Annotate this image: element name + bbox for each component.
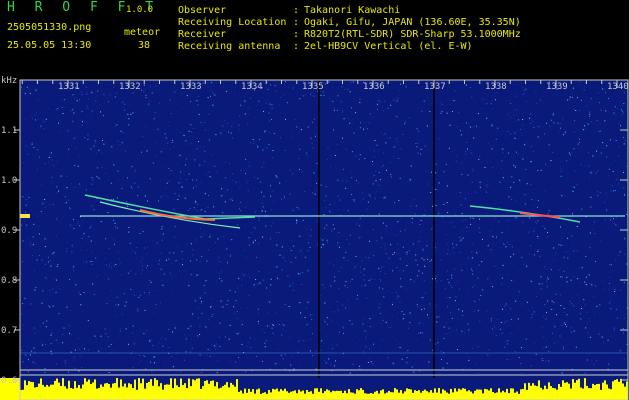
x-tick-label: 1337 [424,82,446,92]
x-tick-label: 1334 [241,82,263,92]
x-tick-label: 1336 [363,82,385,92]
y-tick-label: 0.6 [1,376,17,386]
spectrogram-panel: kHz 1331 1332 1333 1334 1335 1336 1337 1338 1339 1… [0,74,629,400]
bottom-signal-band [0,369,628,400]
x-tick-label: 1339 [546,82,568,92]
x-tick-label: 1335 [302,82,324,92]
spectrogram-field [20,80,628,400]
y-tick-label: 0.7 [1,326,17,336]
y-tick-label: 1.1 [1,126,17,136]
receiver-key: Receiver [178,29,227,40]
y-tick-label: 0.8 [1,276,17,286]
x-tick-label: 1332 [119,82,141,92]
spectrogram-svg: kHz 1331 1332 1333 1334 1335 1336 1337 1338 1339 1… [0,74,629,400]
datetime-label: 25.05.05 13:30 [7,40,92,51]
x-tick-label: 1338 [485,82,507,92]
y-tick-label: 0.9 [1,226,17,236]
x-tick-label: 1340 [607,82,629,92]
app-version: 1.0.0 [126,5,154,15]
y-tick-label: 1.0 [1,176,17,186]
location-value: Ogaki, Gifu, JAPAN (136.60E, 35.35N) [304,17,521,28]
header-panel: H R O F F T 1.0.0 2505051330.png 25.05.0… [0,0,629,72]
observer-value: Takanori Kawachi [304,5,401,16]
x-tick-label: 1331 [58,82,80,92]
observer-colon: : [293,5,300,16]
antenna-colon: : [293,41,300,52]
meteor-count: 38 [138,40,151,51]
filename-label: 2505051330.png [7,22,92,33]
antenna-value: 2el-HB9CV Vertical (el. E-W) [304,41,473,52]
location-colon: : [293,17,300,28]
receiver-value: R820T2(RTL-SDR) SDR-Sharp 53.1000MHz [304,29,521,40]
meteor-label: meteor [124,27,161,38]
receiver-colon: : [293,29,300,40]
observer-key: Observer [178,5,227,16]
antenna-key: Receiving antenna [178,41,281,52]
x-tick-label: 1333 [180,82,202,92]
location-key: Receiving Location [178,17,287,28]
y-unit-label: kHz [1,76,17,86]
